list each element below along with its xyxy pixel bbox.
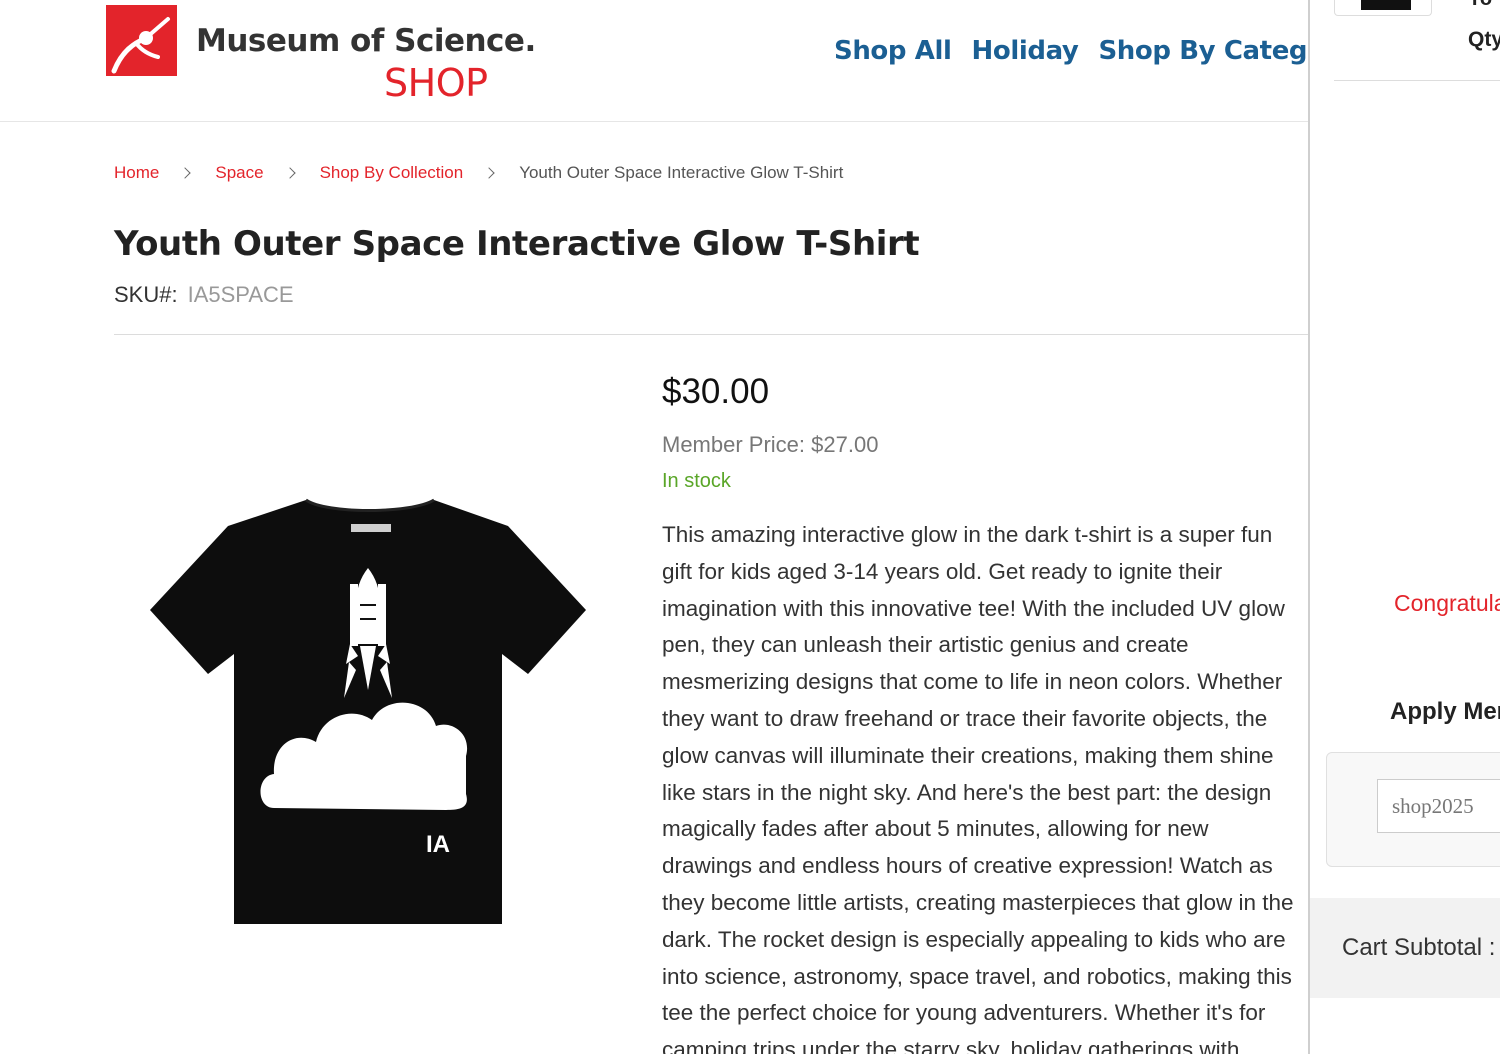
apply-membership-box [1326, 752, 1500, 867]
breadcrumb-home[interactable]: Home [114, 163, 159, 183]
logo-name: Museum of Science. [196, 23, 536, 59]
nav-shop-by-category[interactable]: Shop By Category [1098, 36, 1308, 66]
product-price: $30.00 [662, 372, 770, 411]
breadcrumb-space[interactable]: Space [215, 163, 263, 183]
logo-icon [106, 5, 177, 76]
product-sku: SKU#: IA5SPACE [114, 282, 294, 308]
chevron-right-icon [179, 167, 192, 179]
product-info: $30.00 Member Price: $27.00 In stock Thi… [662, 372, 1302, 1054]
shirt-logo-text: IA [426, 831, 450, 858]
cart-item-title-fragment: Yo [1468, 0, 1492, 11]
divider [114, 334, 1308, 335]
rocket-graphic [344, 568, 392, 698]
cart-item-image [1361, 0, 1411, 10]
main-nav: Shop All Holiday Shop By Category [834, 36, 1308, 66]
cart-divider [1334, 80, 1500, 81]
cart-subtotal-label: Cart Subtotal : [1342, 934, 1496, 961]
member-price: Member Price: $27.00 [662, 432, 879, 457]
breadcrumb: Home Space Shop By Collection Youth Oute… [114, 163, 843, 183]
chevron-right-icon [283, 167, 296, 179]
product-image[interactable]: IA [146, 494, 592, 928]
breadcrumb-current: Youth Outer Space Interactive Glow T-Shi… [519, 163, 844, 182]
cart-subtotal-bar: Cart Subtotal : [1310, 898, 1500, 998]
nav-shop-all[interactable]: Shop All [834, 36, 952, 66]
cart-item-thumbnail[interactable] [1334, 0, 1432, 16]
congrats-message: Congratula [1394, 590, 1500, 616]
sku-value: IA5SPACE [187, 282, 294, 307]
site-header: Museum of Science. SHOP Shop All Holiday… [0, 0, 1308, 122]
cart-drawer: Yo Qty Congratula Apply Mer Cart Subtota… [1308, 0, 1500, 1054]
nav-holiday[interactable]: Holiday [972, 36, 1079, 66]
site-logo[interactable]: Museum of Science. SHOP [106, 5, 536, 105]
promo-code-input[interactable] [1377, 779, 1500, 833]
sku-label: SKU#: [114, 282, 178, 307]
apply-membership-title: Apply Mer [1390, 698, 1500, 725]
stock-status: In stock [662, 470, 731, 492]
product-description: This amazing interactive glow in the dar… [662, 522, 1294, 1054]
chest-label [351, 524, 391, 532]
cart-qty-label: Qty [1468, 28, 1500, 51]
main-page: Museum of Science. SHOP Shop All Holiday… [0, 0, 1308, 1054]
breadcrumb-shop-by-collection[interactable]: Shop By Collection [320, 163, 464, 183]
logo-shop-label: SHOP [384, 61, 488, 105]
tshirt-shape [150, 500, 586, 924]
chevron-right-icon [483, 167, 495, 179]
product-title: Youth Outer Space Interactive Glow T-Shi… [114, 224, 920, 264]
